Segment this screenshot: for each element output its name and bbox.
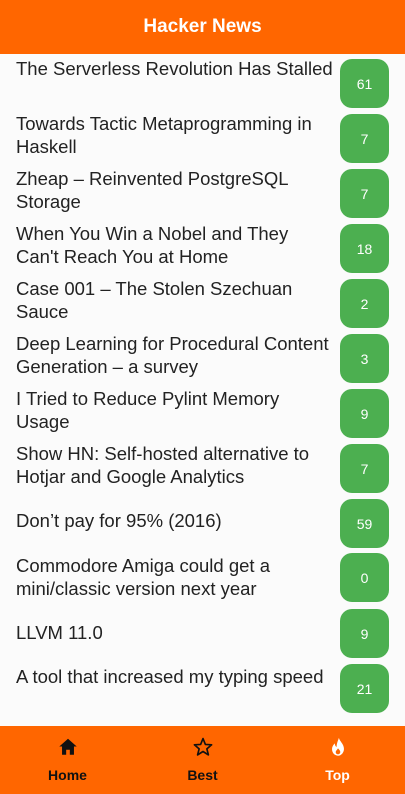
score-badge[interactable]: 59 bbox=[340, 499, 389, 548]
nav-label: Best bbox=[187, 767, 218, 783]
story-title[interactable]: I Tried to Reduce Pylint Memory Usage bbox=[16, 388, 334, 433]
score-badge[interactable]: 9 bbox=[340, 389, 389, 438]
score-badge[interactable]: 7 bbox=[340, 114, 389, 163]
story-title[interactable]: Deep Learning for Procedural Content Gen… bbox=[16, 333, 334, 378]
story-title[interactable]: LLVM 11.0 bbox=[16, 622, 334, 645]
story-title[interactable]: Commodore Amiga could get a mini/classic… bbox=[16, 555, 334, 600]
score-badge[interactable]: 2 bbox=[340, 279, 389, 328]
bottom-navigation: Home Best Top bbox=[0, 726, 405, 794]
story-title[interactable]: Don’t pay for 95% (2016) bbox=[16, 510, 334, 533]
story-row[interactable]: Zheap – Reinvented PostgreSQL Storage 7 bbox=[0, 166, 405, 221]
story-row[interactable]: I Tried to Reduce Pylint Memory Usage 9 bbox=[0, 386, 405, 441]
story-row[interactable]: LLVM 11.0 9 bbox=[0, 607, 405, 662]
story-title[interactable]: A tool that increased my typing speed bbox=[16, 666, 334, 689]
story-title[interactable]: Show HN: Self-hosted alternative to Hotj… bbox=[16, 443, 334, 488]
story-row[interactable]: Don’t pay for 95% (2016) 59 bbox=[0, 496, 405, 551]
score-badge[interactable]: 9 bbox=[340, 609, 389, 658]
score-badge[interactable]: 3 bbox=[340, 334, 389, 383]
flame-icon bbox=[331, 737, 344, 756]
nav-top[interactable]: Top bbox=[270, 726, 405, 794]
story-title[interactable]: Case 001 – The Stolen Szechuan Sauce bbox=[16, 278, 334, 323]
story-title[interactable]: The Serverless Revolution Has Stalled bbox=[16, 58, 334, 81]
story-row[interactable]: Case 001 – The Stolen Szechuan Sauce 2 bbox=[0, 276, 405, 331]
story-row[interactable]: A tool that increased my typing speed 21 bbox=[0, 662, 405, 717]
story-title[interactable]: Towards Tactic Metaprogramming in Haskel… bbox=[16, 113, 334, 158]
score-badge[interactable]: 7 bbox=[340, 169, 389, 218]
score-badge[interactable]: 0 bbox=[340, 553, 389, 602]
nav-label: Top bbox=[325, 767, 350, 783]
score-badge[interactable]: 18 bbox=[340, 224, 389, 273]
story-row[interactable]: Show HN: Self-hosted alternative to Hotj… bbox=[0, 441, 405, 496]
score-badge[interactable]: 7 bbox=[340, 444, 389, 493]
story-row[interactable]: Towards Tactic Metaprogramming in Haskel… bbox=[0, 111, 405, 166]
nav-home[interactable]: Home bbox=[0, 726, 135, 794]
nav-label: Home bbox=[48, 767, 87, 783]
home-icon bbox=[58, 738, 77, 755]
story-row[interactable]: Deep Learning for Procedural Content Gen… bbox=[0, 331, 405, 386]
story-list[interactable]: The Serverless Revolution Has Stalled 61… bbox=[0, 54, 405, 726]
nav-best[interactable]: Best bbox=[135, 726, 270, 794]
score-badge[interactable]: 21 bbox=[340, 664, 389, 713]
story-title[interactable]: When You Win a Nobel and They Can't Reac… bbox=[16, 223, 334, 268]
app-bar: Hacker News bbox=[0, 0, 405, 54]
story-row[interactable]: When You Win a Nobel and They Can't Reac… bbox=[0, 221, 405, 276]
score-badge[interactable]: 61 bbox=[340, 59, 389, 108]
app-title: Hacker News bbox=[143, 16, 262, 37]
story-title[interactable]: Zheap – Reinvented PostgreSQL Storage bbox=[16, 168, 334, 213]
star-icon bbox=[193, 737, 212, 756]
story-row[interactable]: Commodore Amiga could get a mini/classic… bbox=[0, 551, 405, 606]
story-row[interactable]: The Serverless Revolution Has Stalled 61 bbox=[0, 56, 405, 111]
